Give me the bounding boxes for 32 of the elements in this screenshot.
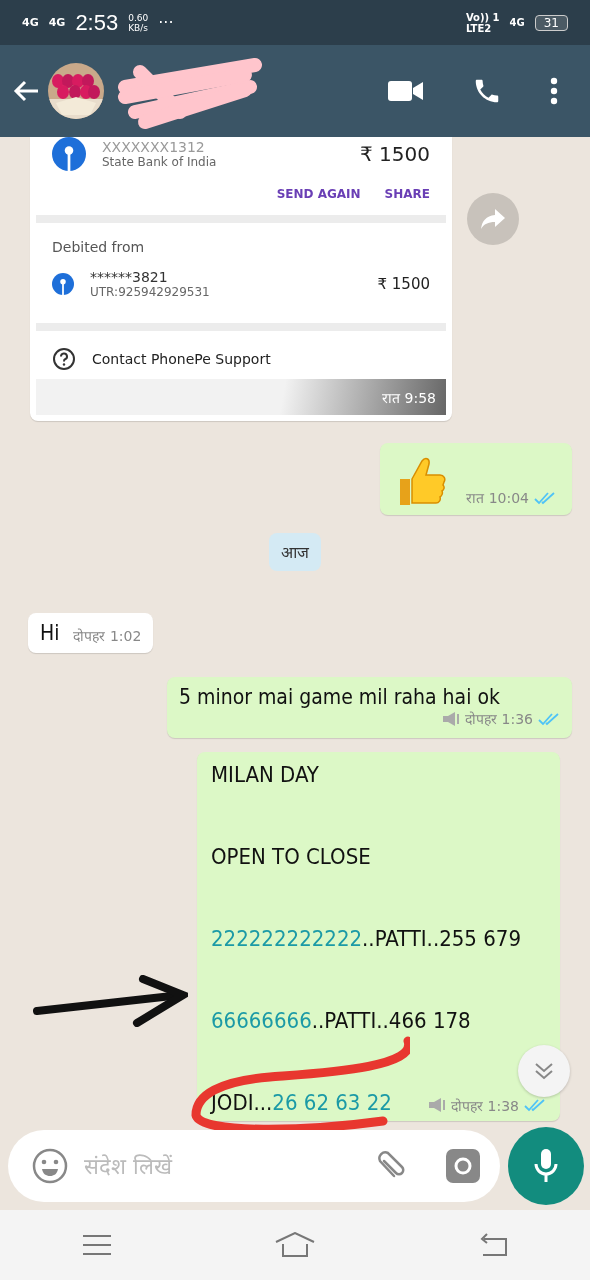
message-text: 66666666..PATTI..466 178 bbox=[211, 1007, 471, 1033]
more-notifications: ··· bbox=[158, 13, 174, 32]
message-input[interactable]: संदेश लिखें bbox=[82, 1152, 360, 1180]
message-time: दोपहर 1:02 bbox=[73, 627, 142, 645]
message-time: रात 10:04 bbox=[466, 489, 529, 507]
signal-indicator: 4G bbox=[22, 16, 39, 29]
message-text: MILAN DAY bbox=[211, 761, 319, 787]
message-text: 5 minor mai game mil raha hai ok bbox=[179, 685, 500, 709]
message-text: JODI...26 62 63 22 bbox=[211, 1089, 392, 1115]
message-time: दोपहर 1:38 bbox=[451, 1096, 519, 1115]
card-action-link[interactable]: SEND AGAIN bbox=[276, 187, 361, 201]
message-text: 222222222222..PATTI..255 679 bbox=[211, 925, 521, 951]
message-text: Hi bbox=[40, 621, 60, 645]
account-number: ******3821 bbox=[90, 269, 169, 285]
volte-indicator: Vo)) 1 LTE2 bbox=[465, 11, 500, 34]
network-speed: 0.60 KB/s bbox=[128, 12, 149, 33]
battery-indicator: 31 bbox=[534, 14, 568, 31]
utr-number: UTR:925942929531 bbox=[90, 285, 210, 299]
signal-indicator: 4G bbox=[48, 16, 66, 29]
amount: ₹ 1500 bbox=[360, 142, 430, 166]
network-type: 4G bbox=[509, 17, 525, 28]
account-number: XXXXXXX1312 bbox=[102, 139, 206, 155]
clock: 2:53 bbox=[75, 9, 119, 36]
support-link[interactable]: Contact PhonePe Support bbox=[92, 351, 271, 367]
date-chip: आज bbox=[269, 533, 321, 571]
bank-name: State Bank of India bbox=[102, 155, 217, 169]
amount: ₹ 1500 bbox=[377, 275, 430, 293]
message-text: OPEN TO CLOSE bbox=[211, 843, 371, 869]
message-time: रात 9:58 bbox=[382, 388, 436, 407]
message-time: दोपहर 1:36 bbox=[465, 710, 533, 728]
section-label: Debited from bbox=[51, 238, 146, 257]
card-action-link[interactable]: SHARE bbox=[384, 187, 430, 201]
